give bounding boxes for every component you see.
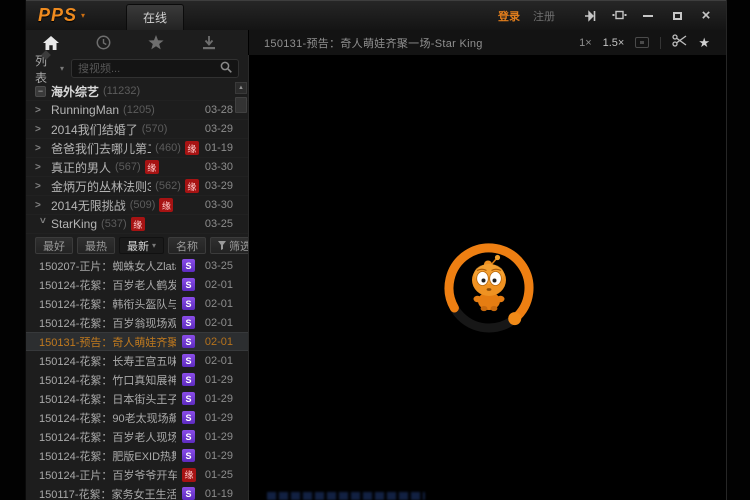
home-icon[interactable]: [42, 35, 60, 51]
chevron-right-icon: >: [35, 124, 49, 135]
category-row-expanded[interactable]: > StarKing (537) 缘 03-25: [26, 215, 248, 234]
video-row[interactable]: 150124-花絮：肥版EXID热舞不... S 01-29: [26, 446, 248, 465]
minimize-button[interactable]: [640, 8, 656, 24]
exclusive-badge: 缘: [145, 160, 159, 174]
list-dropdown[interactable]: 列表 ▾: [35, 52, 64, 86]
chevron-right-icon: >: [35, 143, 49, 154]
exclusive-badge: 缘: [159, 198, 173, 212]
cutoff-bottom-text-artifact: [267, 492, 425, 500]
toolbar-divider: [660, 37, 661, 49]
quality-s-badge: S: [182, 278, 195, 291]
quality-s-badge: S: [182, 316, 195, 329]
chevron-right-icon: >: [35, 162, 49, 173]
now-playing-title: 150131-预告：奇人萌娃齐聚一场-Star King: [264, 35, 483, 51]
category-row[interactable]: > 真正的男人 (567) 缘 03-30: [26, 158, 248, 177]
video-row[interactable]: 150124-正片：百岁爷爷开车录... 缘 01-25: [26, 465, 248, 484]
sort-best-button[interactable]: 最好: [35, 237, 73, 254]
quality-s-badge: S: [182, 392, 195, 405]
quality-s-badge: S: [182, 449, 195, 462]
zoom-1-5x-button[interactable]: 1.5×: [603, 37, 625, 49]
category-row[interactable]: > 爸爸我们去哪儿第二季 (460) 缘 01-19: [26, 139, 248, 158]
loading-spinner: [439, 238, 539, 338]
video-row[interactable]: 150124-花絮：竹口真知展神技... S 01-29: [26, 370, 248, 389]
sort-name-button[interactable]: 名称: [168, 237, 206, 254]
video-row[interactable]: 150207-正片：蜘蛛女人Zlata软... S 03-25: [26, 256, 248, 275]
history-clock-icon[interactable]: [95, 35, 113, 51]
video-row[interactable]: 150124-花絮：韩衔头盔队与竹... S 02-01: [26, 294, 248, 313]
chevron-right-icon: >: [35, 200, 49, 211]
pps-logo[interactable]: PPS: [38, 5, 77, 26]
pin-on-top-icon[interactable]: [582, 8, 598, 24]
title-bar: PPS ▾ 在线 登录 注册 ×: [26, 0, 726, 30]
exclusive-badge: 缘: [131, 217, 145, 231]
exclusive-badge: 缘: [185, 179, 199, 193]
search-box[interactable]: [71, 59, 239, 78]
download-icon[interactable]: [200, 35, 218, 51]
video-row[interactable]: 150124-花絮：百岁老人现场舞... S 01-29: [26, 427, 248, 446]
close-button[interactable]: ×: [698, 8, 714, 24]
sort-filter-bar: 最好 最热 最新 ▾ 名称 筛选: [26, 234, 248, 256]
funnel-icon: [218, 241, 226, 250]
tab-online[interactable]: 在线: [126, 4, 184, 30]
register-link[interactable]: 注册: [533, 8, 555, 24]
secondary-bar: 150131-预告：奇人萌娃齐聚一场-Star King 1× 1.5× ★: [26, 30, 726, 55]
video-row-selected[interactable]: 150131-预告：奇人萌娃齐聚一... S 02-01: [26, 332, 248, 351]
quality-s-badge: S: [182, 297, 195, 310]
scroll-up-button[interactable]: ▲: [235, 82, 247, 94]
chevron-right-icon: >: [35, 105, 49, 116]
quality-s-badge: S: [182, 430, 195, 443]
scrollbar-thumb[interactable]: [235, 97, 247, 113]
sort-hot-button[interactable]: 最热: [77, 237, 115, 254]
video-row[interactable]: 150117-花絮：家务女王生活妙... S 01-19: [26, 484, 248, 500]
favorites-star-icon[interactable]: [147, 35, 165, 51]
quality-s-badge: S: [182, 411, 195, 424]
caret-down-icon: ▾: [152, 241, 156, 250]
category-row[interactable]: > 2014我们结婚了 (570) 03-29: [26, 120, 248, 139]
category-row[interactable]: − 海外综艺 (11232): [26, 82, 248, 101]
quality-s-badge: S: [182, 373, 195, 386]
video-row[interactable]: 150124-花絮：长寿王宫五味子... S 02-01: [26, 351, 248, 370]
video-row[interactable]: 150124-花絮：百岁翁现场观相... S 02-01: [26, 313, 248, 332]
nav-icons: [26, 30, 248, 55]
category-row[interactable]: > RunningMan (1205) 03-28: [26, 101, 248, 120]
quality-s-badge: S: [182, 259, 195, 272]
mini-mode-icon[interactable]: [611, 8, 627, 24]
video-area[interactable]: [248, 55, 726, 500]
list-caret-icon: ▾: [60, 64, 64, 73]
video-row[interactable]: 150124-花絮：日本街头王子竹... S 01-29: [26, 389, 248, 408]
quality-s-badge: S: [182, 335, 195, 348]
player-title-bar: 150131-预告：奇人萌娃齐聚一场-Star King 1× 1.5× ★: [248, 30, 726, 55]
maximize-button[interactable]: [669, 8, 685, 24]
quality-s-badge: S: [182, 487, 195, 500]
logo-menu-caret-icon[interactable]: ▾: [81, 11, 85, 20]
sort-newest-button[interactable]: 最新 ▾: [119, 237, 164, 254]
exclusive-badge: 缘: [185, 141, 199, 155]
search-input[interactable]: [78, 63, 220, 75]
chevron-right-icon: >: [35, 181, 49, 192]
category-row[interactable]: > 2014无限挑战 (509) 缘 03-30: [26, 196, 248, 215]
video-row[interactable]: 150124-花絮：90老太现场飙手... S 01-29: [26, 408, 248, 427]
pps-window: PPS ▾ 在线 登录 注册 ×: [25, 0, 727, 500]
collapse-minus-icon[interactable]: −: [35, 86, 46, 97]
clip-scissors-icon[interactable]: [672, 34, 687, 52]
login-link[interactable]: 登录: [498, 8, 520, 24]
sidebar: 列表 ▾ − 海外综艺 (11232): [26, 55, 248, 500]
fit-screen-icon[interactable]: [635, 37, 649, 48]
favorite-star-icon[interactable]: ★: [698, 36, 710, 49]
exclusive-badge: 缘: [182, 468, 196, 482]
video-row[interactable]: 150124-花絮：百岁老人鹤发童... S 02-01: [26, 275, 248, 294]
pps-mascot: [472, 255, 506, 311]
category-row[interactable]: > 金炳万的丛林法则3 (562) 缘 03-29: [26, 177, 248, 196]
search-icon[interactable]: [220, 60, 232, 78]
quality-s-badge: S: [182, 354, 195, 367]
zoom-1x-button[interactable]: 1×: [579, 37, 592, 49]
chevron-down-icon: >: [37, 217, 48, 231]
sidebar-scrollbar[interactable]: ▲: [235, 82, 247, 500]
